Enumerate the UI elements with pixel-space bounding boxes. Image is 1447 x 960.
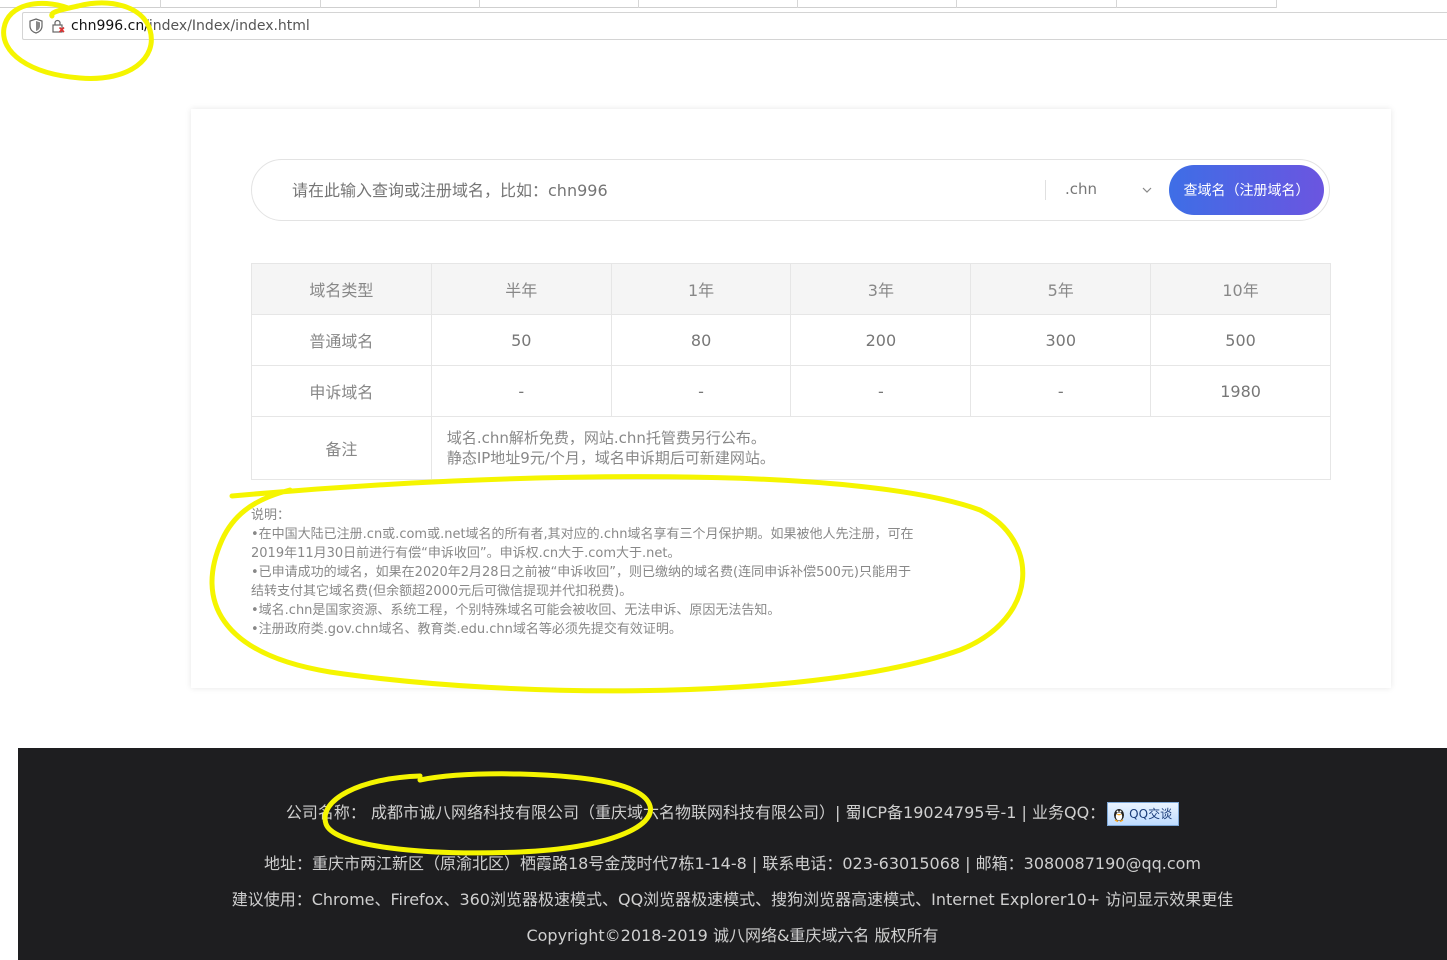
footer-company-text: 公司名称： 成都市诚八网络科技有限公司（重庆域六名物联网科技有限公司）| 蜀IC…	[285, 803, 1106, 822]
tab-separator	[797, 0, 798, 8]
shield-icon[interactable]	[29, 18, 43, 34]
footer-copyright: Copyright©2018-2019 诚八网络&重庆域六名 版权所有	[526, 926, 939, 945]
explanation-line: •域名.chn是国家资源、系统工程，个别特殊域名可能会被收回、无法申诉、原因无法…	[251, 603, 781, 618]
header-3-years: 3年	[790, 263, 972, 315]
price-table-header-row: 域名类型 半年 1年 3年 5年 10年	[251, 263, 1331, 315]
url-text[interactable]: chn996.cn/index/Index/index.html	[71, 18, 310, 34]
header-half-year: 半年	[430, 263, 612, 315]
header-domain-type: 域名类型	[251, 263, 432, 315]
price-cell: -	[430, 365, 612, 417]
explanation-line: 结转支付其它域名费(但余额超2000元后可微信提现并代扣税费)。	[251, 584, 633, 599]
footer-company-line: 公司名称： 成都市诚八网络科技有限公司（重庆域六名物联网科技有限公司）| 蜀IC…	[18, 799, 1447, 826]
tld-select[interactable]: .chn	[1065, 180, 1155, 202]
tab-separator	[160, 0, 161, 8]
price-cell: 50	[430, 314, 612, 366]
header-1-year: 1年	[610, 263, 792, 315]
tab-separator	[479, 0, 480, 8]
search-divider	[1045, 180, 1046, 200]
price-cell: 1980	[1150, 365, 1331, 417]
price-table: 域名类型 半年 1年 3年 5年 10年 普通域名 50 80 200 300 …	[251, 263, 1332, 480]
tab-separator	[1276, 0, 1277, 8]
notes-row: 备注 域名.chn解析免费，网站.chn托管费另行公布。 静态IP地址9元/个月…	[251, 416, 1332, 480]
note-line: 域名.chn解析免费，网站.chn托管费另行公布。	[446, 429, 766, 447]
explanation-line: 2019年11月30日前进行有偿“申诉收回”。申诉权.cn大于.com大于.ne…	[251, 546, 681, 561]
price-cell: 500	[1150, 314, 1331, 366]
header-5-years: 5年	[970, 263, 1152, 315]
price-cell: -	[970, 365, 1152, 417]
note-line: 静态IP地址9元/个月，域名申诉期后可新建网站。	[446, 449, 775, 467]
row-label: 申诉域名	[251, 365, 432, 417]
site-footer: 公司名称： 成都市诚八网络科技有限公司（重庆域六名物联网科技有限公司）| 蜀IC…	[18, 748, 1447, 960]
qq-penguin-icon	[1114, 808, 1125, 822]
tab-separator	[320, 0, 321, 8]
browser-tab-strip	[0, 0, 1447, 10]
price-cell: 200	[790, 314, 972, 366]
tld-selected-value: .chn	[1065, 180, 1098, 198]
table-row: 普通域名 50 80 200 300 500	[251, 314, 1331, 366]
price-cell: -	[610, 365, 792, 417]
notes-text: 域名.chn解析免费，网站.chn托管费另行公布。 静态IP地址9元/个月，域名…	[430, 416, 1332, 480]
explanation-line: •已申请成功的域名，如果在2020年2月28日之前被“申诉收回”，则已缴纳的域名…	[251, 565, 911, 580]
chevron-down-icon	[1142, 187, 1152, 193]
explanation-line: •在中国大陆已注册.cn或.com或.net域名的所有者,其对应的.chn域名享…	[251, 527, 914, 542]
domain-search-bar: .chn 查域名（注册域名）	[251, 159, 1330, 221]
explanation-line: •注册政府类.gov.chn域名、教育类.edu.chn域名等必须先提交有效证明…	[251, 622, 682, 637]
row-label: 普通域名	[251, 314, 432, 366]
explanation-block: 说明： •在中国大陆已注册.cn或.com或.net域名的所有者,其对应的.ch…	[251, 506, 991, 639]
table-row: 申诉域名 - - - - 1980	[251, 365, 1331, 417]
qq-chat-label: QQ交谈	[1129, 807, 1173, 821]
address-bar[interactable]: chn996.cn/index/Index/index.html	[22, 12, 1447, 40]
tab-separator	[638, 0, 639, 8]
footer-browser-tip: 建议使用：Chrome、Firefox、360浏览器极速模式、QQ浏览器极速模式…	[231, 890, 1234, 909]
domain-search-card: .chn 查域名（注册域名） 域名类型 半年 1年 3年 5年 10年 普通域名…	[191, 109, 1391, 688]
search-domain-button[interactable]: 查域名（注册域名）	[1169, 165, 1324, 215]
url-host: chn996.cn/	[71, 18, 149, 34]
qq-chat-button[interactable]: QQ交谈	[1107, 801, 1180, 826]
explanation-title: 说明：	[251, 508, 291, 523]
insecure-lock-icon[interactable]	[51, 19, 65, 33]
header-10-years: 10年	[1150, 263, 1331, 315]
price-cell: 80	[610, 314, 792, 366]
notes-label: 备注	[251, 416, 432, 480]
tab-separator	[1116, 0, 1117, 8]
price-cell: 300	[970, 314, 1152, 366]
tab-separator	[956, 0, 957, 8]
url-path: index/Index/index.html	[148, 18, 310, 34]
footer-address-line: 地址：重庆市两江新区（原渝北区）栖霞路18号金茂时代7栋1-14-8 | 联系电…	[263, 854, 1202, 873]
domain-search-input[interactable]	[292, 181, 1012, 200]
price-cell: -	[790, 365, 972, 417]
